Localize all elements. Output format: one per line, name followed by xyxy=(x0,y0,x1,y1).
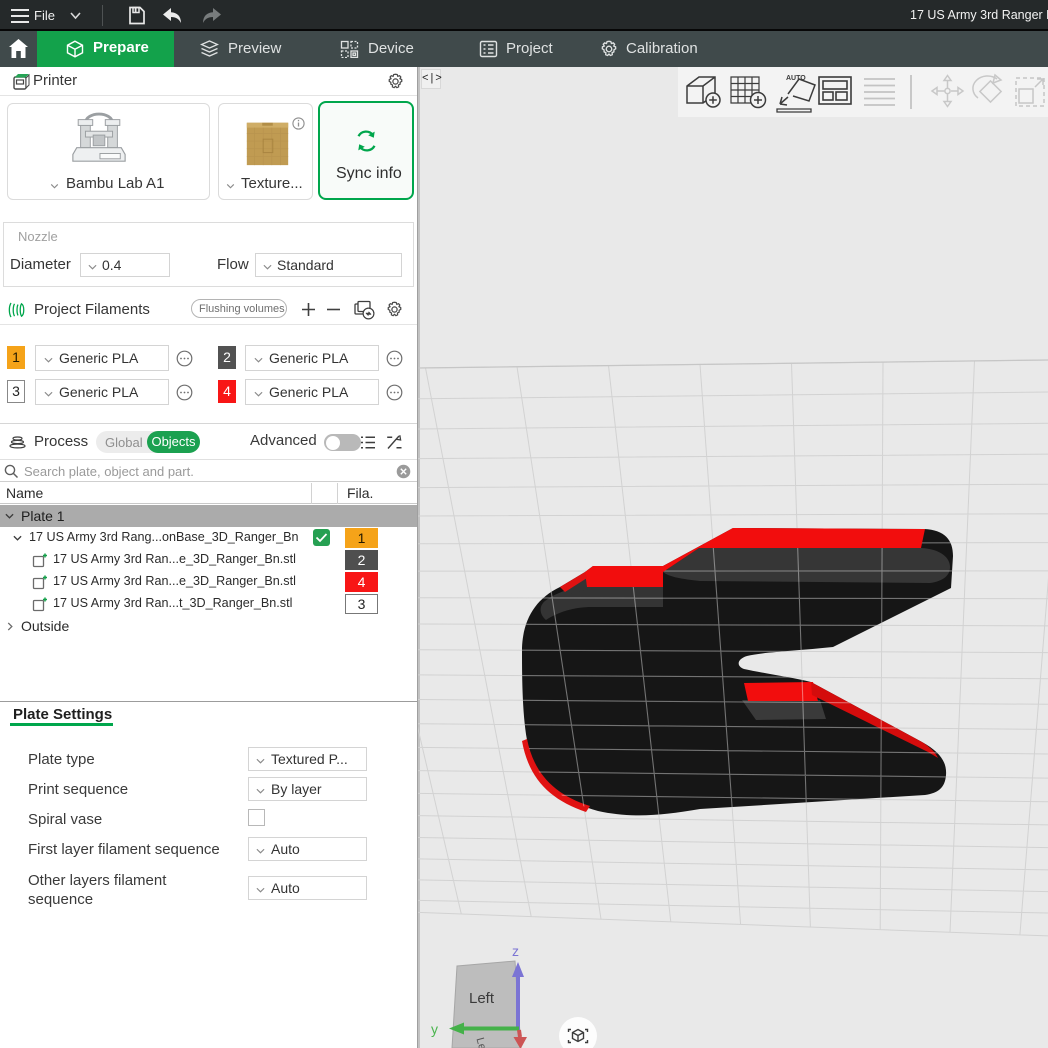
svg-text:Left: Left xyxy=(469,990,495,1007)
svg-text:z: z xyxy=(512,943,519,959)
svg-text:y: y xyxy=(431,1021,438,1037)
